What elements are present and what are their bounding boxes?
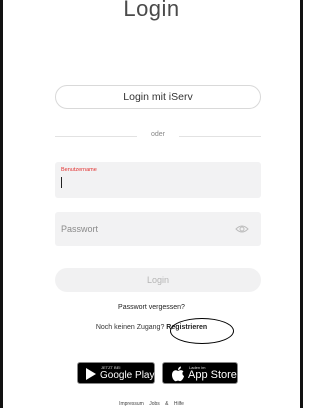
- eye-icon[interactable]: [235, 223, 249, 235]
- footer-links: Impressum Jobs & Hilfe: [0, 401, 303, 407]
- google-play-icon: [86, 368, 96, 380]
- apple-icon: [172, 366, 184, 382]
- username-field[interactable]: Benutzername: [55, 162, 261, 198]
- password-placeholder: Passwort: [61, 224, 99, 234]
- no-account-line: Noch keinen Zugang? Registrieren: [0, 324, 303, 331]
- page-frame: [0, 0, 303, 408]
- password-field[interactable]: Passwort: [55, 212, 261, 246]
- help-link[interactable]: Jobs & Hilfe: [149, 401, 184, 407]
- text-caret: [61, 177, 62, 188]
- divider-line-right: [179, 136, 261, 137]
- no-account-text: Noch keinen Zugang?: [95, 324, 165, 331]
- app-store-label: App Store: [188, 369, 237, 381]
- hand-drawn-circle: [170, 318, 234, 344]
- username-label: Benutzername: [61, 167, 97, 173]
- app-store-badge[interactable]: Laden im App Store: [162, 362, 238, 384]
- page-title: Login: [123, 0, 180, 21]
- login-iserv-button[interactable]: Login mit iServ: [55, 85, 261, 109]
- forgot-password-link[interactable]: Passwort vergessen?: [0, 304, 303, 311]
- google-play-badge[interactable]: JETZT BEI Google Play: [77, 362, 155, 384]
- or-divider: oder: [55, 131, 261, 141]
- login-button[interactable]: Login: [55, 268, 261, 292]
- imprint-link[interactable]: Impressum: [119, 401, 144, 407]
- google-play-label: Google Play: [100, 370, 155, 381]
